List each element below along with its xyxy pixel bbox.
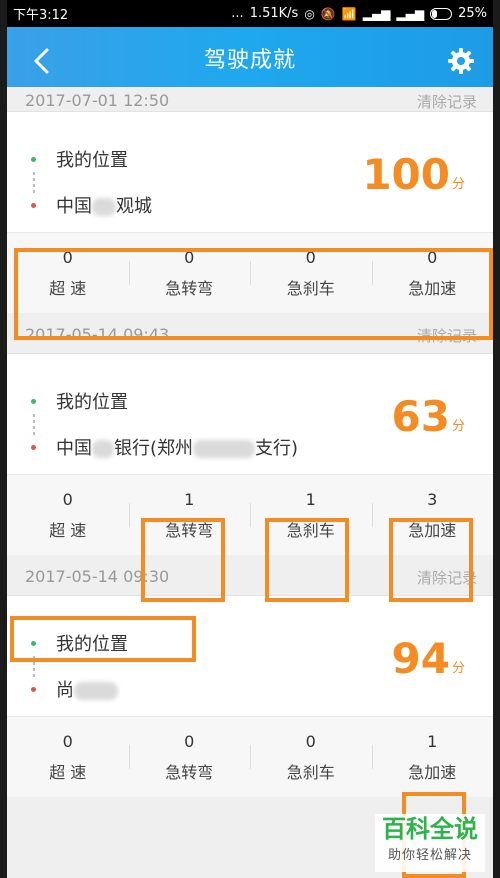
score-unit: 分	[451, 661, 465, 676]
route: 我的位置 中国 银行(郑州 支行)	[31, 378, 298, 470]
score-value: 100	[362, 150, 450, 199]
status-time: 下午3:12	[13, 8, 69, 23]
gear-icon	[448, 48, 474, 74]
stat-rapid-accel: 3 急加速	[371, 475, 494, 555]
stat-sharp-turn: 0 急转弯	[128, 233, 251, 313]
start-location: 我的位置	[56, 150, 128, 171]
record-date: 2017-05-14 09:43	[25, 325, 170, 344]
start-dot-icon	[31, 398, 36, 404]
start-location: 我的位置	[56, 634, 128, 655]
stat-sharp-turn: 0 急转弯	[128, 717, 251, 797]
stat-sharp-turn: 1 急转弯	[128, 475, 251, 555]
route-connector	[33, 414, 35, 436]
score: 100 分	[362, 154, 465, 196]
stat-hard-brake: 0 急刹车	[250, 233, 372, 313]
record-header: 2017-05-14 09:30 清除记录	[7, 563, 493, 596]
route-end: 中国 观城	[31, 182, 152, 228]
route: 我的位置 尚	[31, 620, 128, 712]
records-list[interactable]: 2017-07-01 12:50 清除记录 我的位置 中国 观城 100 分 0…	[7, 87, 493, 797]
back-button[interactable]	[23, 43, 59, 79]
record-header: 2017-05-14 09:43 清除记录	[7, 321, 493, 354]
battery-level: 25%	[458, 6, 487, 21]
route-start: 我的位置	[31, 620, 128, 666]
record-gap	[7, 313, 493, 321]
stat-hard-brake: 0 急刹车	[250, 717, 372, 797]
status-dots: ...	[231, 6, 244, 21]
redacted-text	[193, 440, 256, 458]
watermark-main: 百科全说	[382, 815, 478, 843]
signal-icon-2: ▂▄▆	[396, 6, 425, 21]
score-unit: 分	[451, 177, 465, 192]
network-speed: 1.51K/s	[249, 6, 299, 21]
mute-icon: 🔕	[320, 6, 336, 21]
settings-button[interactable]	[443, 43, 479, 79]
redacted-text	[92, 198, 116, 216]
record-route[interactable]: 我的位置 尚 94 分	[7, 596, 493, 716]
record-stats: 0 超 速 0 急转弯 0 急刹车 0 急加速	[7, 232, 493, 313]
end-dot-icon	[31, 444, 36, 450]
record-date: 2017-07-01 12:50	[25, 91, 170, 110]
score-value: 63	[391, 392, 450, 441]
route-end: 尚	[31, 666, 128, 712]
score: 94 分	[392, 638, 465, 680]
stat-overspeed: 0 超 速	[49, 731, 87, 782]
hotspot-icon: ◎	[304, 6, 315, 21]
stat-rapid-accel: 0 急加速	[371, 233, 494, 313]
watermark-sub: 助你轻松解决	[387, 848, 472, 863]
record-gap	[7, 555, 493, 563]
watermark-logo: 百科全说 助你轻松解决	[375, 814, 485, 872]
start-dot-icon	[31, 156, 36, 162]
status-bar: 下午3:12 ... 1.51K/s ◎ 🔕 📶 ▂▄▆ ▂▄▆ 25%	[7, 0, 493, 27]
app-bar: 驾驶成就	[7, 27, 493, 95]
stat-rapid-accel: 1 急加速	[371, 717, 494, 797]
clear-record-button[interactable]: 清除记录	[417, 325, 477, 346]
route-start: 我的位置	[31, 378, 298, 424]
battery-icon	[430, 7, 453, 20]
record-route[interactable]: 我的位置 中国 银行(郑州 支行) 63 分	[7, 354, 493, 474]
page-title: 驾驶成就	[203, 48, 296, 73]
score-value: 94	[391, 634, 450, 683]
end-location: 中国 银行(郑州 支行)	[56, 438, 299, 459]
status-icons: ... 1.51K/s ◎ 🔕 📶 ▂▄▆ ▂▄▆ 25%	[231, 6, 487, 21]
stat-overspeed: 0 超 速	[49, 489, 87, 540]
record-header: 2017-07-01 12:50 清除记录	[7, 87, 493, 112]
clear-record-button[interactable]: 清除记录	[417, 567, 477, 588]
start-dot-icon	[31, 640, 36, 646]
record-stats: 0 超 速 0 急转弯 0 急刹车 1 急加速	[7, 716, 493, 797]
route-end: 中国 银行(郑州 支行)	[31, 424, 298, 470]
score: 63 分	[392, 396, 465, 438]
wifi-icon: 📶	[341, 6, 357, 21]
route-start: 我的位置	[31, 136, 152, 182]
stat-hard-brake: 1 急刹车	[250, 475, 372, 555]
record-date: 2017-05-14 09:30	[25, 567, 170, 586]
record-route[interactable]: 我的位置 中国 观城 100 分	[7, 112, 493, 232]
app-screen: 下午3:12 ... 1.51K/s ◎ 🔕 📶 ▂▄▆ ▂▄▆ 25% 驾驶成…	[7, 0, 493, 878]
end-dot-icon	[31, 202, 36, 208]
route: 我的位置 中国 观城	[31, 136, 152, 228]
redacted-text	[74, 682, 118, 700]
chevron-left-icon	[34, 48, 49, 74]
start-location: 我的位置	[56, 392, 128, 413]
record-stats: 0 超 速 1 急转弯 1 急刹车 3 急加速	[7, 474, 493, 555]
end-location: 中国 观城	[56, 196, 152, 217]
end-location: 尚	[56, 676, 118, 702]
route-connector	[33, 172, 35, 194]
end-dot-icon	[31, 686, 36, 692]
signal-icon: ▂▄▆	[362, 6, 391, 21]
route-connector	[33, 656, 35, 678]
redacted-text	[92, 440, 114, 458]
score-unit: 分	[451, 419, 465, 434]
clear-record-button[interactable]: 清除记录	[417, 91, 477, 112]
stat-overspeed: 0 超 速	[49, 247, 87, 298]
